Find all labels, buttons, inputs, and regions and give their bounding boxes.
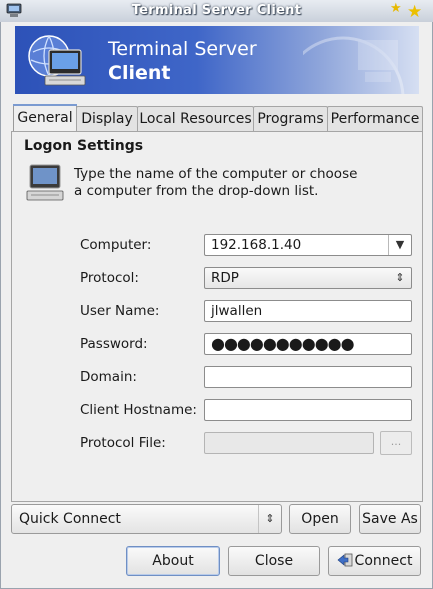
tab-performance-label: Performance — [330, 111, 420, 127]
tab-programs-label: Programs — [257, 111, 324, 127]
tab-display[interactable]: Display — [76, 106, 138, 131]
client-hostname-label: Client Hostname: — [80, 402, 197, 418]
protocol-select[interactable]: RDP ⇕ — [204, 267, 412, 289]
updown-arrows-icon: ⇕ — [258, 505, 281, 533]
header-banner: Terminal Server Client — [15, 26, 419, 94]
client-hostname-input[interactable] — [204, 399, 412, 421]
banner-background-graphic — [303, 36, 405, 94]
description-line-2: a computer from the drop-down list. — [74, 183, 319, 199]
close-button[interactable]: Close — [228, 546, 320, 576]
banner-title-line2: Client — [108, 62, 171, 84]
quick-connect-select[interactable]: Quick Connect ⇕ — [11, 504, 282, 534]
quick-connect-value: Quick Connect — [19, 511, 121, 527]
chevron-down-icon[interactable]: ▼ — [388, 235, 411, 255]
connect-button[interactable]: Connect — [328, 546, 421, 576]
computer-globe-icon — [28, 35, 86, 86]
description-line-1: Type the name of the computer or choose — [74, 166, 358, 182]
maximize-star-icon[interactable]: ★ — [407, 2, 422, 22]
save-as-button[interactable]: Save As — [359, 504, 421, 534]
tab-programs[interactable]: Programs — [253, 106, 328, 131]
domain-input[interactable] — [204, 366, 412, 388]
open-button[interactable]: Open — [289, 504, 351, 534]
title-bar: Terminal Server Client ★ ★ — [0, 0, 433, 23]
tab-general-label: General — [17, 110, 73, 126]
username-value: jlwallen — [211, 303, 263, 319]
protocol-file-input — [204, 432, 374, 454]
computer-combobox[interactable]: 192.168.1.40 ▼ — [204, 234, 412, 256]
tab-display-label: Display — [81, 111, 133, 127]
computer-value: 192.168.1.40 — [211, 237, 302, 253]
logon-settings-heading: Logon Settings — [24, 138, 144, 154]
computer-label: Computer: — [80, 237, 152, 253]
protocol-file-label: Protocol File: — [80, 435, 166, 451]
tab-local-resources[interactable]: Local Resources — [137, 106, 254, 131]
window-title: Terminal Server Client — [131, 3, 302, 18]
minimize-star-icon[interactable]: ★ — [390, 1, 402, 16]
main-window: Terminal Server Client General Display L… — [0, 22, 433, 589]
password-value: ●●●●●●●●●●● — [211, 334, 355, 353]
about-button[interactable]: About — [126, 546, 220, 576]
tab-general[interactable]: General — [13, 104, 77, 133]
computer-icon — [26, 164, 64, 201]
domain-label: Domain: — [80, 369, 137, 385]
protocol-label: Protocol: — [80, 270, 139, 286]
banner-title-line1: Terminal Server — [108, 38, 257, 60]
connect-label: Connect — [354, 553, 413, 569]
tab-performance[interactable]: Performance — [327, 106, 423, 131]
protocol-value: RDP — [211, 270, 239, 286]
browse-protocol-file-button[interactable]: ... — [380, 431, 412, 455]
password-input[interactable]: ●●●●●●●●●●● — [204, 333, 412, 355]
updown-arrows-icon: ⇕ — [395, 271, 405, 284]
username-input[interactable]: jlwallen — [204, 300, 412, 322]
username-label: User Name: — [80, 303, 160, 319]
logon-description: Type the name of the computer or choose … — [74, 166, 357, 200]
connect-arrow-icon — [337, 553, 352, 567]
tab-local-resources-label: Local Resources — [139, 111, 252, 127]
password-label: Password: — [80, 336, 148, 352]
general-tab-panel: Logon Settings Type the name of the comp… — [11, 131, 423, 502]
